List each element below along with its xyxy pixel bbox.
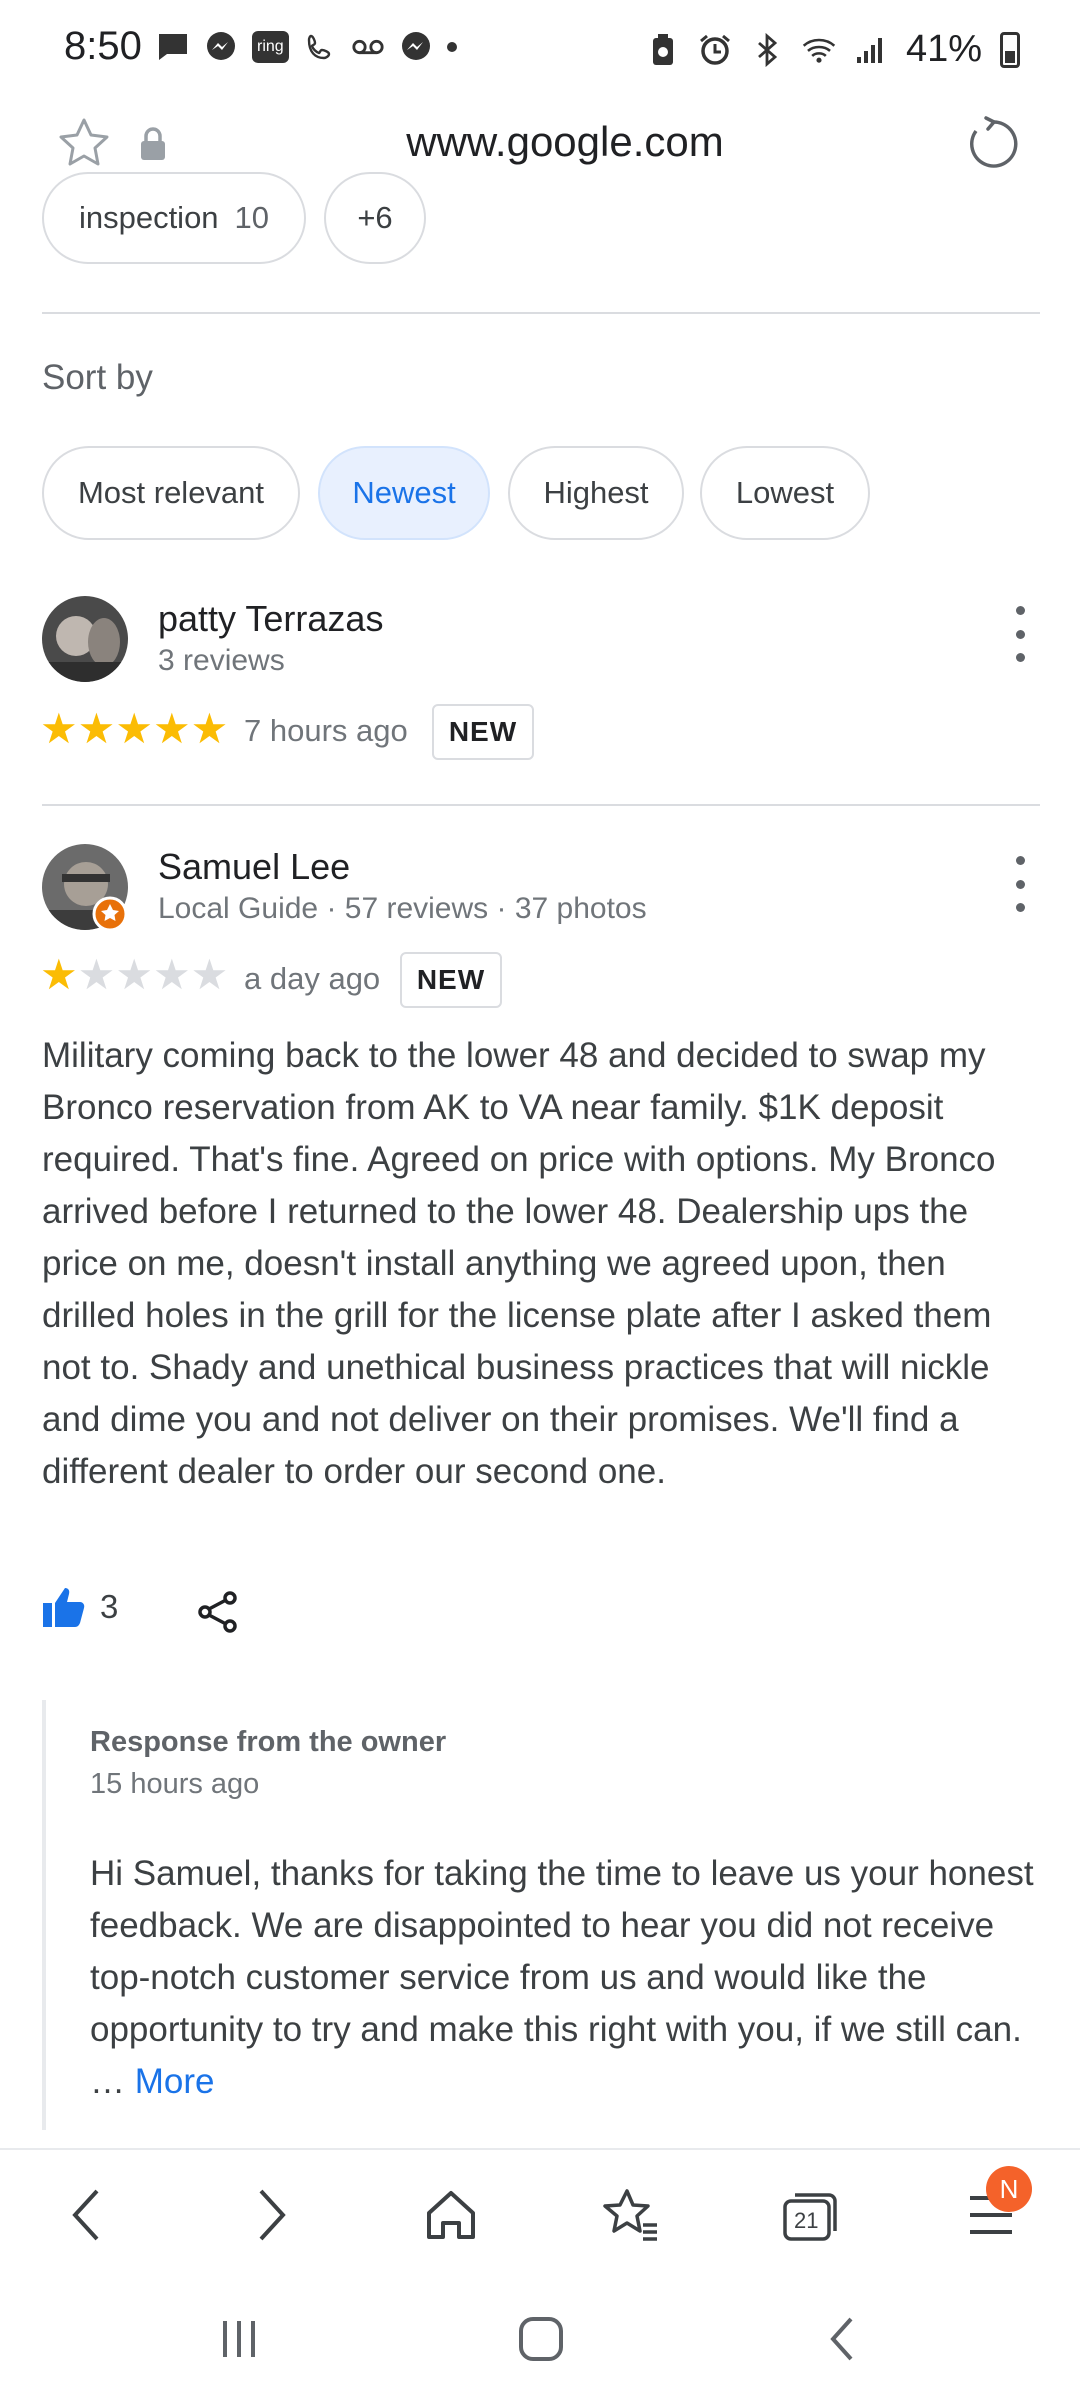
avatar-photo-icon <box>42 596 128 682</box>
reviewer-meta: 3 reviews <box>158 644 285 677</box>
back-nav-icon <box>830 2317 853 2361</box>
new-badge: NEW <box>432 704 534 760</box>
system-navigation-bar <box>0 2274 1080 2400</box>
system-icons: 41% <box>646 28 1020 71</box>
review-menu-button[interactable] <box>1010 856 1030 912</box>
star-icon: ★ <box>190 951 229 998</box>
star-icon: ★ <box>115 705 153 752</box>
review-text: Military coming back to the lower 48 and… <box>42 1036 996 1491</box>
review-time: 7 hours ago <box>244 713 408 748</box>
owner-response-time: 15 hours ago <box>90 1768 260 1800</box>
star-rating: ★ ★ ★ ★ ★ <box>40 708 228 750</box>
notification-badge: N <box>986 2166 1032 2212</box>
tab-count: 21 <box>794 2208 819 2233</box>
back-nav-button[interactable] <box>808 2304 878 2374</box>
notification-icons: ring <box>156 30 457 64</box>
star-icon: ★ <box>40 951 78 998</box>
reviewer-name[interactable]: Samuel Lee <box>158 846 350 888</box>
messenger-icon <box>204 30 238 64</box>
message-icon <box>156 30 190 64</box>
sort-by-label: Sort by <box>42 358 153 397</box>
reviewer-name[interactable]: patty Terrazas <box>158 598 383 640</box>
bookmarks-star-icon <box>603 2189 657 2241</box>
divider <box>42 312 1040 314</box>
reviewer-meta: Local Guide · 57 reviews · 37 photos <box>158 892 647 925</box>
star-icon: ★ <box>77 951 116 998</box>
sort-chip-newest[interactable]: Newest <box>318 446 490 540</box>
home-icon <box>427 2191 475 2239</box>
like-count: 3 <box>100 1588 119 1625</box>
sort-chip-label: Most relevant <box>77 475 265 510</box>
owner-response-body: Hi Samuel, thanks for taking the time to… <box>90 1854 1034 2101</box>
wifi-call-icon <box>303 30 337 64</box>
browser-toolbar: 21 N <box>0 2148 1080 2274</box>
alarm-icon <box>698 33 732 67</box>
status-bar: 8:50 ring 41% <box>0 0 1080 96</box>
topic-chip-inspection[interactable]: inspection 10 <box>42 172 306 264</box>
star-icon: ★ <box>190 705 229 752</box>
topic-chip-label: +6 <box>357 200 393 235</box>
sort-chip-label: Highest <box>543 475 649 510</box>
thumbs-up-icon <box>43 1588 85 1627</box>
voicemail-icon <box>351 30 385 64</box>
review-menu-button[interactable] <box>1010 606 1030 662</box>
star-icon: ★ <box>152 951 191 998</box>
star-icon: ★ <box>152 705 191 752</box>
reload-icon[interactable] <box>964 114 1024 174</box>
topic-chip-more[interactable]: +6 <box>324 172 426 264</box>
tabs-button[interactable]: 21 <box>776 2180 846 2250</box>
recents-icon <box>223 2321 255 2357</box>
more-notifications-icon <box>446 42 457 52</box>
avatar[interactable] <box>42 596 128 682</box>
sort-chip-label: Newest <box>352 475 456 510</box>
url-text[interactable]: www.google.com <box>0 118 1080 166</box>
back-arrow-icon <box>72 2189 99 2241</box>
back-button[interactable] <box>52 2180 122 2250</box>
battery-percent: 41% <box>905 28 982 70</box>
local-guide-badge-icon <box>92 896 128 932</box>
owner-response-text: Hi Samuel, thanks for taking the time to… <box>90 1848 1050 2108</box>
star-icon: ★ <box>77 705 116 752</box>
home-nav-icon <box>519 2317 563 2361</box>
bookmarks-button[interactable] <box>596 2180 666 2250</box>
sort-chip-lowest[interactable]: Lowest <box>700 446 870 540</box>
forward-button[interactable] <box>236 2180 306 2250</box>
recents-button[interactable] <box>204 2304 274 2374</box>
topic-chip-label: inspection <box>78 200 219 235</box>
star-rating: ★ ★ ★ ★ ★ <box>40 954 228 996</box>
divider <box>42 804 1040 806</box>
forward-arrow-icon <box>259 2189 286 2241</box>
sort-chip-label: Lowest <box>735 475 835 510</box>
status-time: 8:50 <box>64 24 142 68</box>
home-nav-button[interactable] <box>506 2304 576 2374</box>
battery-icon <box>1000 31 1020 68</box>
more-link[interactable]: More <box>135 2062 215 2101</box>
bluetooth-icon <box>750 32 784 67</box>
sort-chip-most-relevant[interactable]: Most relevant <box>42 446 300 540</box>
topic-chip-count: 10 <box>234 200 270 235</box>
new-badge: NEW <box>400 952 502 1008</box>
sort-chip-highest[interactable]: Highest <box>508 446 684 540</box>
signal-icon <box>854 33 888 67</box>
like-button[interactable]: 3 <box>42 1586 118 1628</box>
messenger-icon-2 <box>399 30 433 64</box>
owner-response: Response from the owner 15 hours ago Hi … <box>42 1700 1052 2130</box>
star-icon: ★ <box>40 705 78 752</box>
star-icon: ★ <box>115 951 153 998</box>
wifi-icon <box>802 33 836 67</box>
battery-saver-icon <box>646 33 680 67</box>
review-time: a day ago <box>244 961 381 996</box>
ring-app-icon: ring <box>252 31 289 63</box>
share-icon[interactable] <box>196 1590 240 1634</box>
owner-response-title: Response from the owner <box>90 1726 447 1758</box>
home-button[interactable] <box>416 2180 486 2250</box>
